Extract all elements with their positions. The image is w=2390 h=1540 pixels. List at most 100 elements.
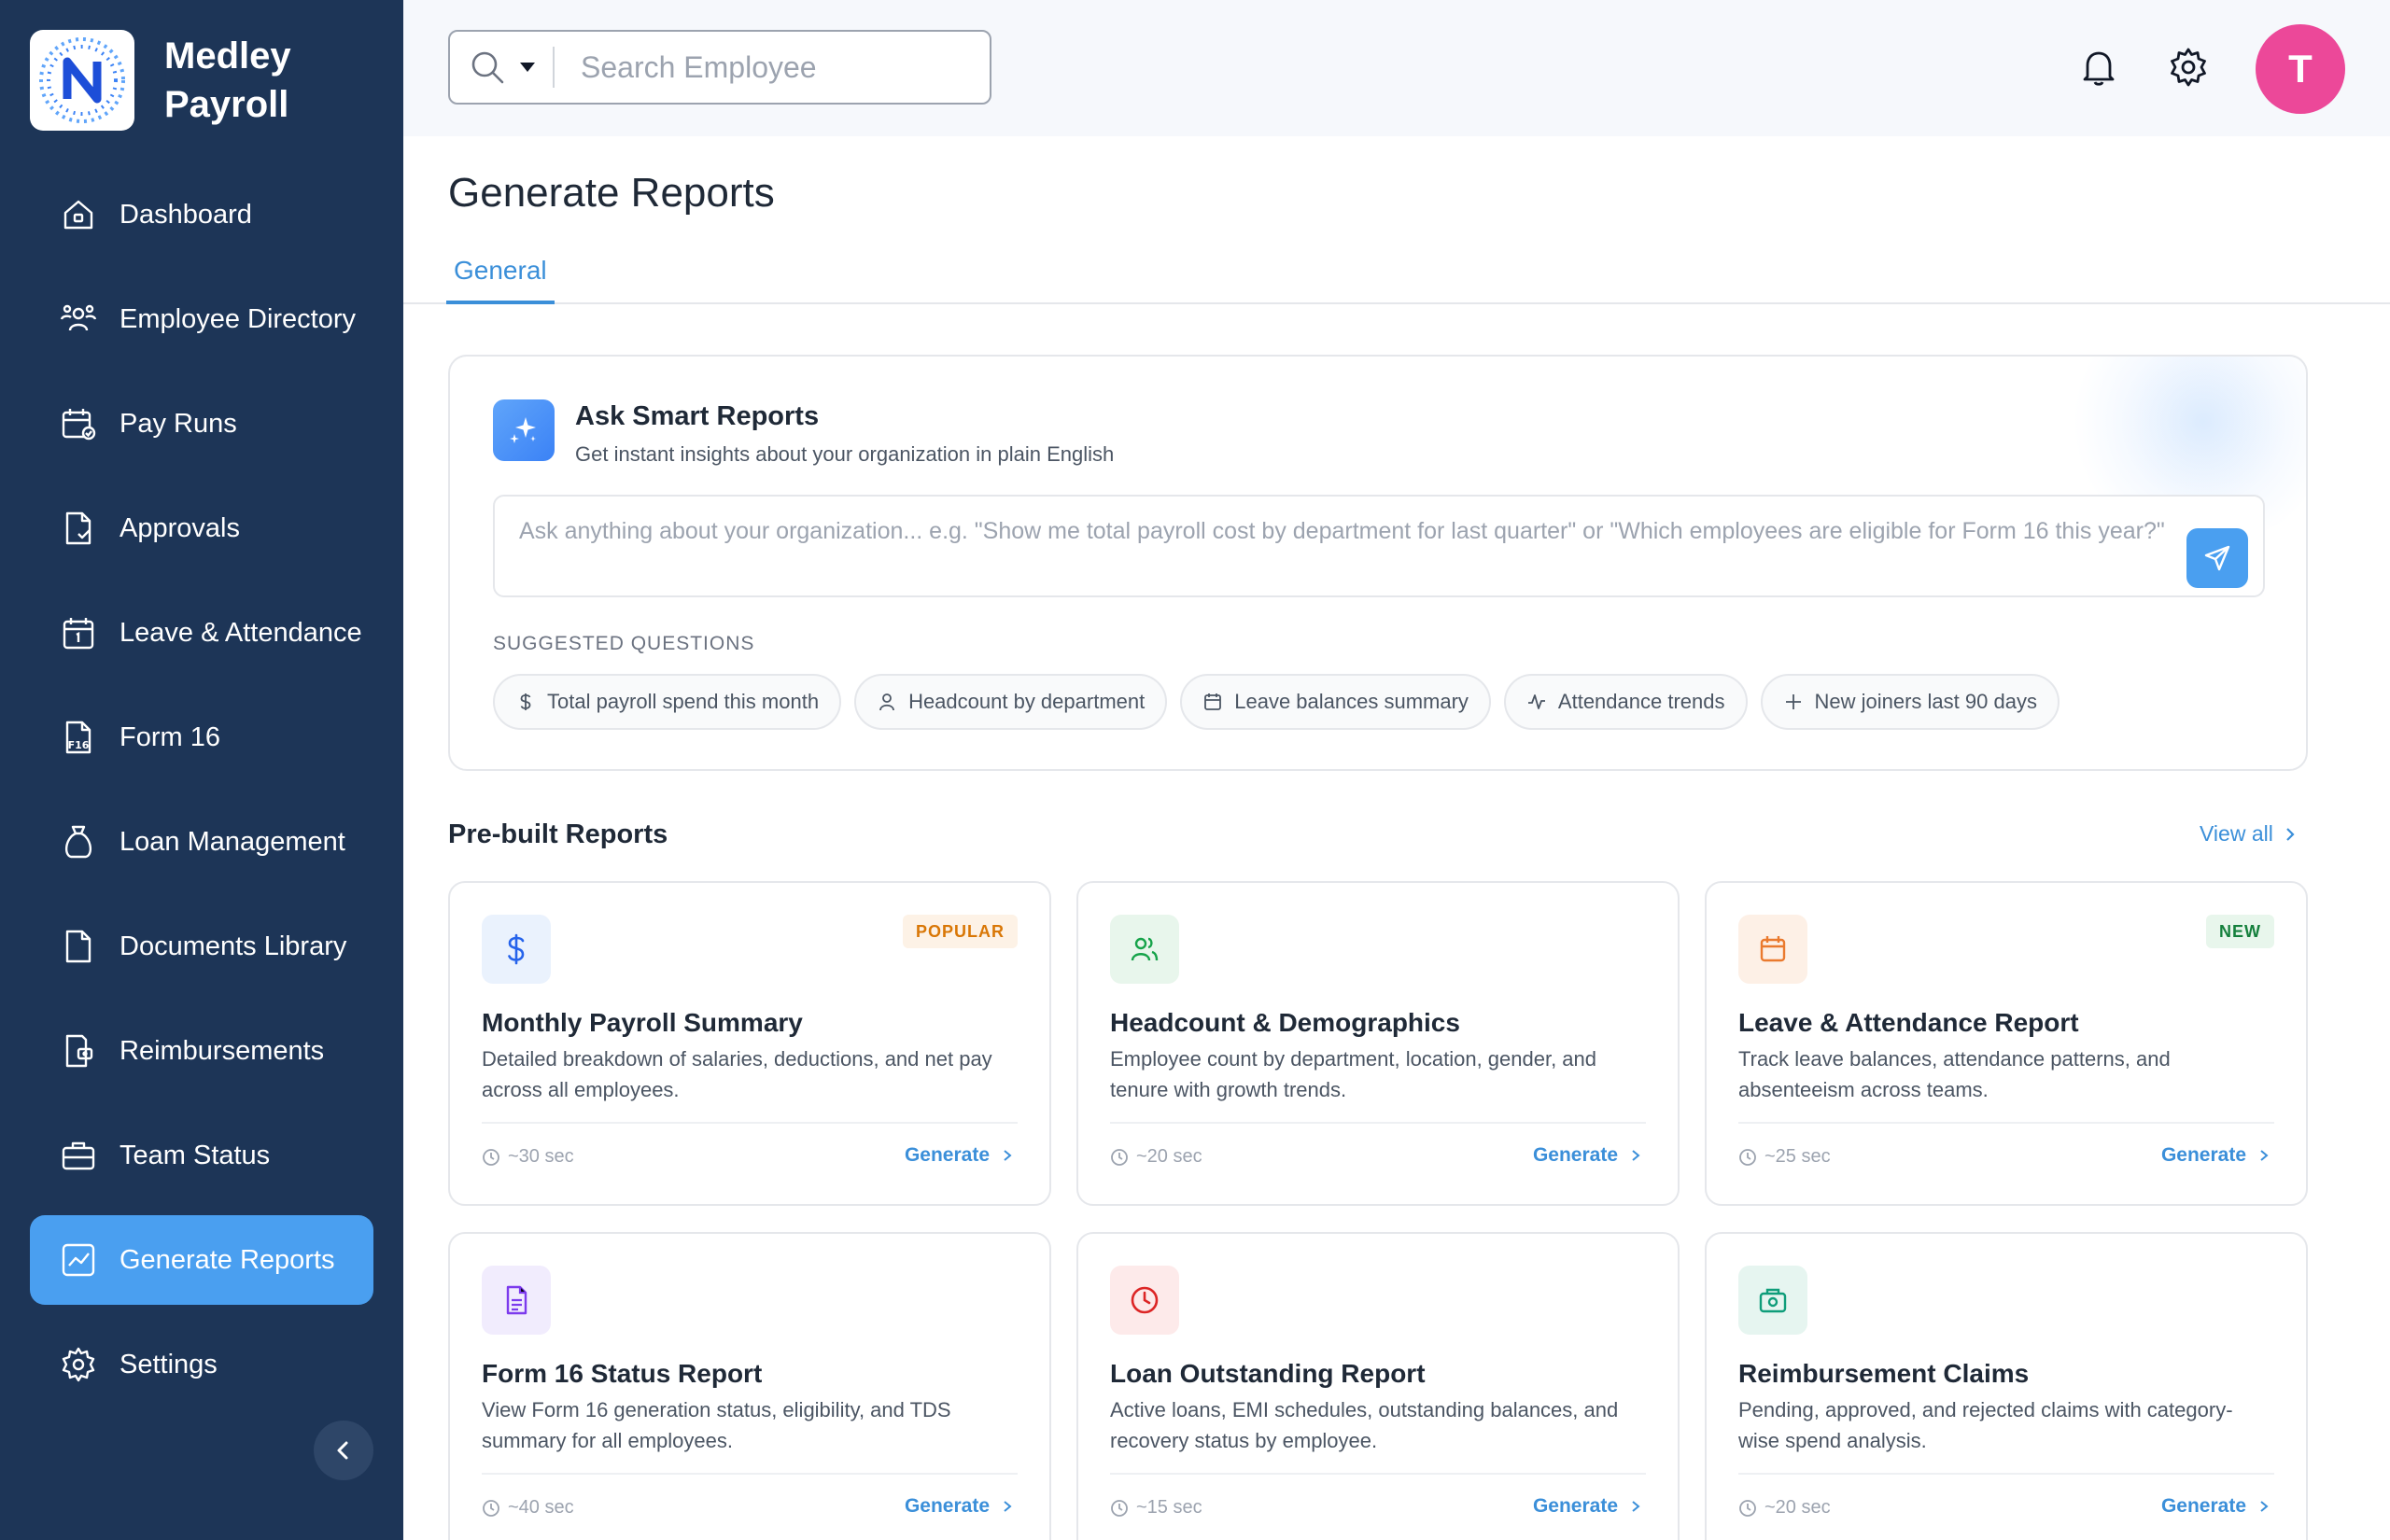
report-card-description: Pending, approved, and rejected claims w… [1738, 1398, 2233, 1452]
suggestion-chips: Total payroll spend this month Headcount… [493, 674, 2073, 730]
report-card-title: Monthly Payroll Summary [482, 1008, 803, 1037]
generate-button[interactable]: Generate [2161, 1495, 2270, 1518]
suggestion-chip[interactable]: New joiners last 90 days [1760, 674, 2060, 730]
suggestion-chip[interactable]: Headcount by department [854, 674, 1168, 730]
sidebar-item-pay-runs[interactable]: Pay Runs [30, 379, 373, 469]
document-icon [482, 1266, 551, 1335]
sidebar-item-label: Reimbursements [120, 1035, 325, 1066]
sidebar-item-form-16[interactable]: F16 Form 16 [30, 693, 373, 782]
generate-button[interactable]: Generate [905, 1144, 1014, 1167]
report-card-time: ~25 sec [1738, 1146, 1831, 1168]
file-icon [60, 928, 97, 965]
card-divider [482, 1473, 1018, 1475]
settings-gear-icon[interactable] [2168, 47, 2209, 88]
report-card-reimbursement-claims[interactable]: Reimbursement Claims Pending, approved, … [1705, 1232, 2308, 1540]
smart-reports-title: Ask Smart Reports [575, 401, 820, 431]
report-card-time: ~20 sec [1738, 1497, 1831, 1519]
send-button[interactable] [2186, 528, 2248, 588]
sidebar-item-generate-reports[interactable]: Generate Reports [30, 1215, 373, 1305]
report-card-time: ~40 sec [482, 1497, 574, 1519]
sidebar-item-label: Approvals [120, 512, 240, 543]
clock-icon [483, 1499, 499, 1517]
report-card-title: Headcount & Demographics [1110, 1008, 1460, 1037]
ask-input[interactable] [519, 517, 2181, 582]
sidebar-item-label: Dashboard [120, 199, 252, 230]
chevron-right-icon [1004, 1501, 1012, 1512]
sidebar-item-leave-attendance[interactable]: Leave & Attendance [30, 588, 373, 678]
chevron-right-icon [2260, 1501, 2269, 1512]
brand[interactable]: Medley Payroll [30, 30, 291, 131]
calendar-check-icon [60, 405, 97, 442]
suggestion-chip-label: Attendance trends [1557, 690, 1725, 713]
sidebar-item-reimbursements[interactable]: Reimbursements [30, 1006, 373, 1096]
chevron-right-icon [1004, 1150, 1012, 1161]
dollar-icon [482, 915, 551, 984]
report-card-monthly-payroll[interactable]: POPULAR Monthly Payroll Summary Detailed… [448, 881, 1051, 1206]
avatar[interactable]: T [2256, 24, 2345, 114]
money-bag-icon [60, 823, 97, 861]
time-estimate: ~25 sec [1764, 1146, 1831, 1167]
suggestion-chip[interactable]: Leave balances summary [1180, 674, 1491, 730]
report-card-title: Leave & Attendance Report [1738, 1008, 2079, 1037]
clock-icon [483, 1148, 499, 1166]
card-divider [1738, 1122, 2274, 1124]
top-bar: T [403, 0, 2390, 136]
home-icon [60, 196, 97, 233]
calendar-icon [1204, 693, 1222, 710]
view-all-link[interactable]: View all [2200, 821, 2298, 847]
tab-general[interactable]: General [446, 256, 555, 304]
suggestion-chip[interactable]: Total payroll spend this month [493, 674, 842, 730]
generate-button[interactable]: Generate [905, 1495, 1014, 1518]
sidebar-item-label: Employee Directory [120, 303, 357, 334]
time-estimate: ~20 sec [1136, 1146, 1202, 1167]
report-card-headcount[interactable]: Headcount & Demographics Employee count … [1076, 881, 1680, 1206]
caret-down-icon[interactable] [519, 62, 536, 73]
chevron-right-icon [2286, 827, 2295, 841]
sidebar-item-dashboard[interactable]: Dashboard [30, 170, 373, 259]
brand-logo-icon [39, 37, 125, 123]
report-card-title: Reimbursement Claims [1738, 1359, 2030, 1388]
clock-icon [1739, 1499, 1756, 1517]
bell-icon[interactable] [2078, 47, 2119, 88]
suggestion-chip[interactable]: Attendance trends [1503, 674, 1748, 730]
gear-icon [60, 1346, 97, 1383]
sidebar-item-settings[interactable]: Settings [30, 1320, 373, 1409]
sidebar-item-documents-library[interactable]: Documents Library [30, 902, 373, 991]
time-estimate: ~30 sec [508, 1146, 574, 1167]
document-check-icon [60, 510, 97, 547]
clock-icon [1110, 1266, 1179, 1335]
tab-bar: General [403, 248, 2390, 304]
sidebar-item-approvals[interactable]: Approvals [30, 483, 373, 573]
sidebar-item-label: Team Status [120, 1140, 271, 1170]
suggestion-chip-label: Leave balances summary [1234, 690, 1469, 713]
chevron-right-icon [2260, 1150, 2269, 1161]
sidebar: Medley Payroll Dashboard Employee Direct… [0, 0, 403, 1540]
sidebar-item-team-status[interactable]: Team Status [30, 1111, 373, 1200]
sidebar-item-label: Documents Library [120, 931, 347, 961]
sidebar-item-employee-directory[interactable]: Employee Directory [30, 274, 373, 364]
search-box[interactable] [448, 30, 991, 105]
activity-icon [1527, 694, 1545, 709]
wallet-icon [60, 1032, 97, 1070]
search-input[interactable] [581, 49, 973, 85]
calendar-icon [60, 614, 97, 651]
logo [30, 30, 134, 131]
report-card-time: ~20 sec [1110, 1146, 1202, 1168]
report-card-form16[interactable]: Form 16 Status Report View Form 16 gener… [448, 1232, 1051, 1540]
report-card-loan-outstanding[interactable]: Loan Outstanding Report Active loans, EM… [1076, 1232, 1680, 1540]
generate-label: Generate [904, 1495, 990, 1517]
report-card-title: Loan Outstanding Report [1110, 1359, 1426, 1388]
sidebar-item-label: Generate Reports [120, 1244, 335, 1275]
sidebar-item-loan-management[interactable]: Loan Management [30, 797, 373, 887]
chevron-right-icon [1632, 1501, 1640, 1512]
generate-button[interactable]: Generate [1533, 1144, 1642, 1167]
popular-badge: POPULAR [902, 915, 1018, 948]
smart-reports-subtitle: Get instant insights about your organiza… [575, 442, 1115, 466]
generate-button[interactable]: Generate [1533, 1495, 1642, 1518]
report-card-time: ~15 sec [1110, 1497, 1202, 1519]
form16-icon: F16 [60, 719, 97, 756]
report-card-leave-attendance[interactable]: NEW Leave & Attendance Report Track leav… [1705, 881, 2308, 1206]
briefcase-icon [60, 1137, 97, 1174]
generate-button[interactable]: Generate [2161, 1144, 2270, 1167]
collapse-sidebar-button[interactable] [314, 1421, 373, 1480]
